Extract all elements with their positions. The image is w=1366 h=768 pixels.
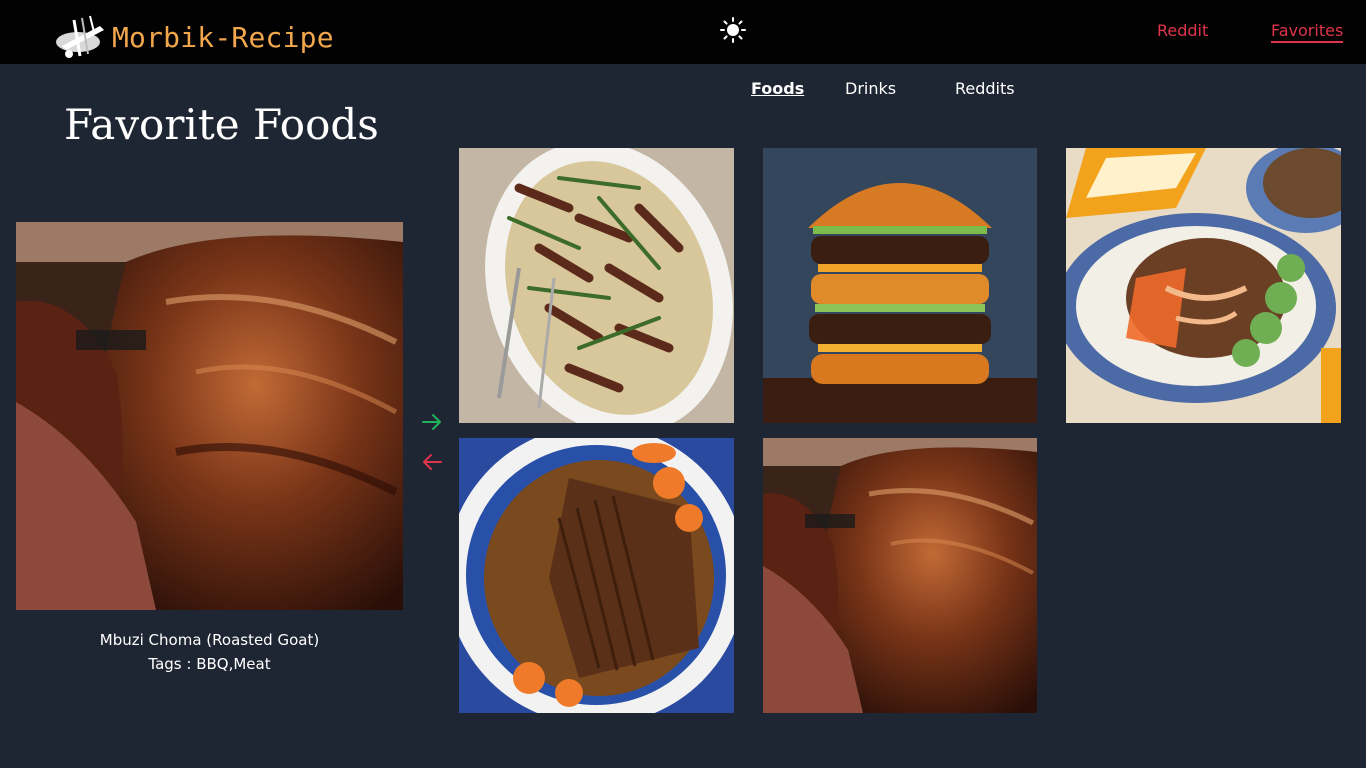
double-cheeseburger-photo (763, 148, 1037, 423)
tab-foods[interactable]: Foods (751, 79, 804, 98)
featured-caption: Mbuzi Choma (Roasted Goat) Tags : BBQ,Me… (16, 628, 403, 676)
arrow-left-icon[interactable] (420, 450, 444, 474)
food-tile-5[interactable] (763, 438, 1037, 713)
roasted-goat-photo (763, 438, 1037, 713)
brand-logo[interactable]: Morbik-Recipe (54, 12, 334, 62)
page-title: Favorite Foods (64, 100, 379, 149)
top-navbar: Morbik-Recipe Reddit Favorites (0, 0, 1366, 64)
featured-food-tags: Tags : BBQ,Meat (148, 655, 271, 673)
roasted-goat-photo (16, 222, 403, 610)
featured-food-name: Mbuzi Choma (Roasted Goat) (99, 631, 320, 649)
tab-reddits[interactable]: Reddits (955, 79, 1015, 98)
tab-drinks[interactable]: Drinks (845, 79, 896, 98)
food-tile-2[interactable] (763, 148, 1037, 423)
featured-food-image[interactable] (16, 222, 403, 610)
nav-link-favorites[interactable]: Favorites (1271, 21, 1344, 43)
food-tile-1[interactable] (459, 148, 734, 423)
braised-brisket-carrots-photo (459, 438, 734, 713)
arrow-right-icon[interactable] (420, 410, 444, 434)
brand-name: Morbik-Recipe (112, 20, 334, 54)
sun-icon[interactable] (720, 17, 746, 43)
food-tile-3[interactable] (1066, 148, 1341, 423)
nav-link-reddit[interactable]: Reddit (1157, 21, 1208, 40)
beef-asparagus-noodles-photo (459, 148, 734, 423)
chef-knife-fork-logo-icon (56, 15, 104, 58)
food-tile-4[interactable] (459, 438, 734, 713)
ground-beef-rice-bowl-photo (1066, 148, 1341, 423)
